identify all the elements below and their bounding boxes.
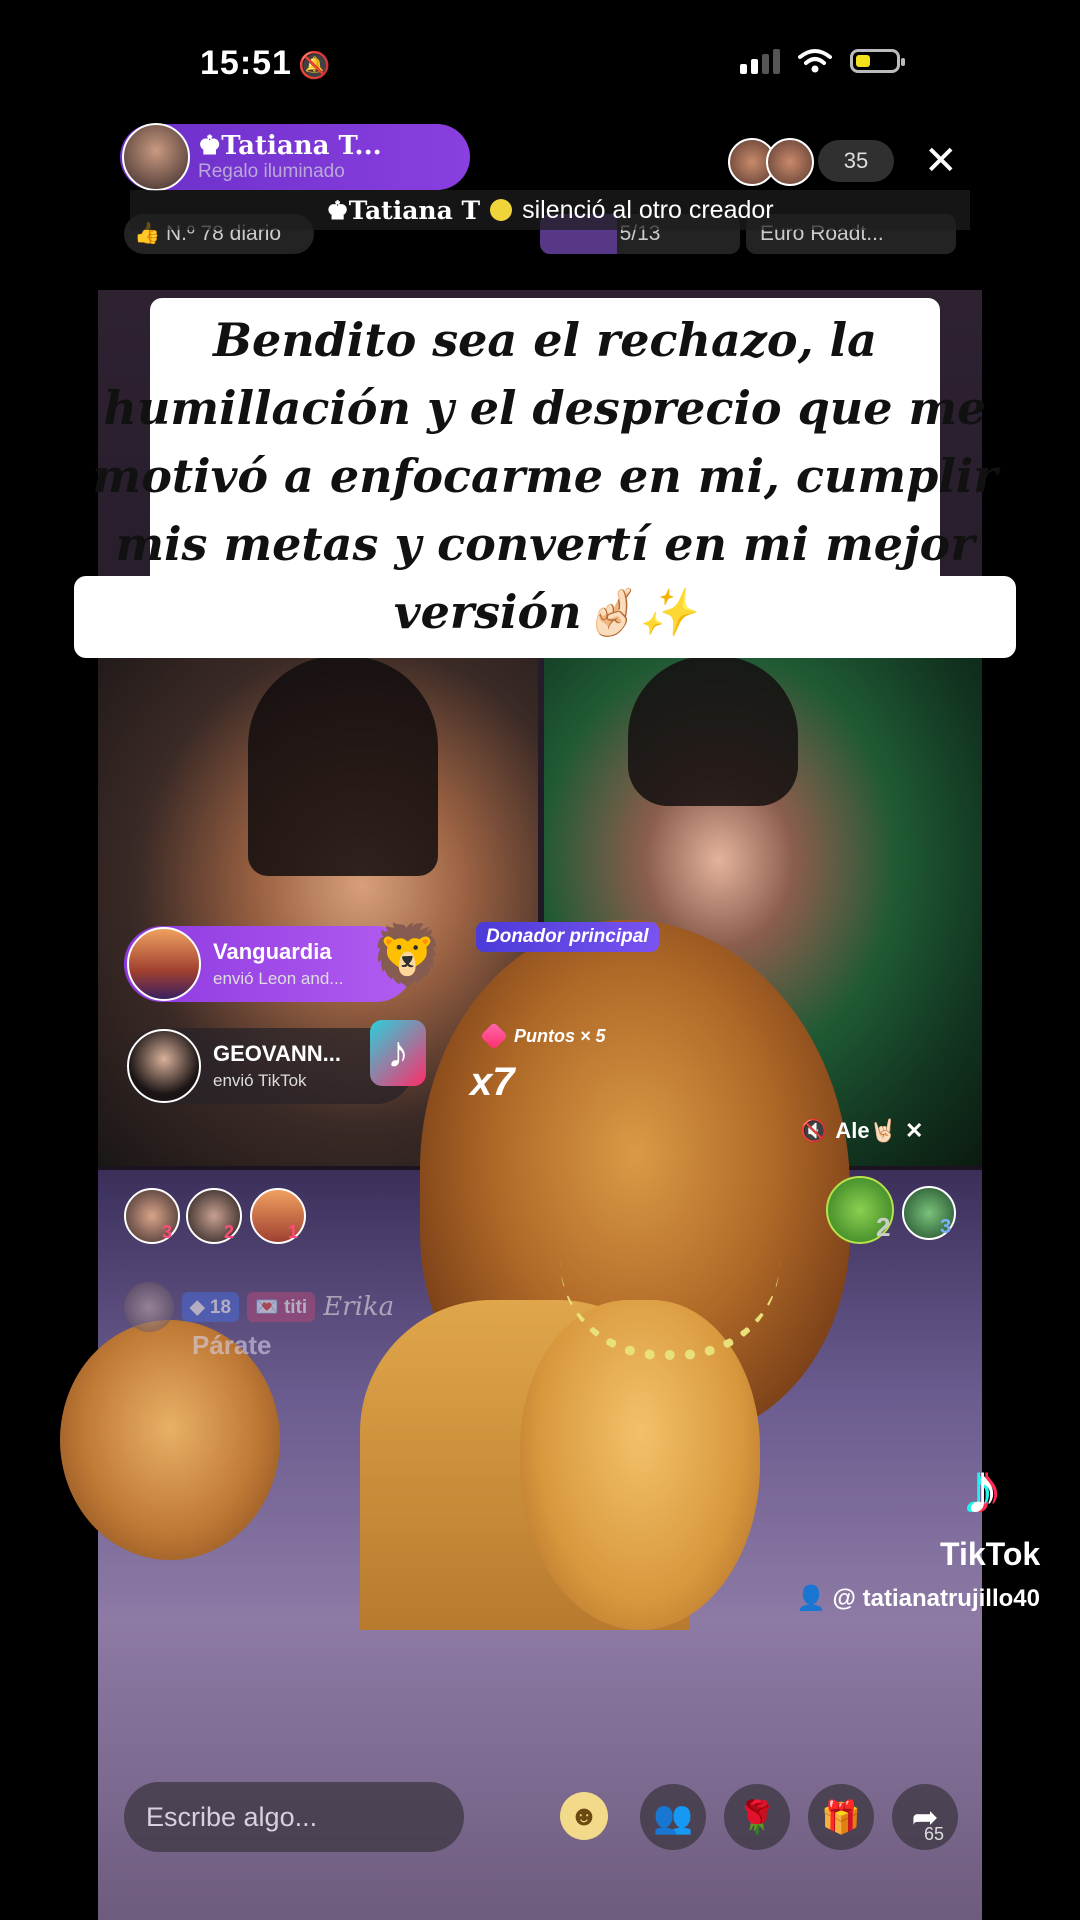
host-avatar[interactable] bbox=[122, 123, 190, 191]
gift-sender-name: GEOVANN... bbox=[213, 1041, 341, 1066]
battery-icon bbox=[850, 49, 905, 73]
gift-sender-name: Vanguardia bbox=[213, 939, 332, 964]
muted-notification: ♚Tatiana T silenció al otro creador bbox=[130, 190, 970, 230]
muted-message: silenció al otro creador bbox=[522, 195, 774, 224]
tiktok-gift-glyph: ♪ bbox=[387, 1028, 409, 1077]
rank-number: 1 bbox=[288, 1222, 299, 1242]
host-profile-pill[interactable]: ♚Tatiana T... Regalo iluminado bbox=[120, 123, 470, 191]
tiktok-brand: TikTok bbox=[940, 1536, 1041, 1572]
emoji-button[interactable]: ☻ bbox=[560, 1792, 608, 1840]
viewer-avatars[interactable] bbox=[728, 138, 814, 186]
creator-handle: 👤 @ tatianatrujillo40 bbox=[796, 1585, 1040, 1612]
right-camera-username: Ale🤘🏻 bbox=[835, 1118, 898, 1143]
status-icons bbox=[740, 48, 905, 74]
wifi-icon bbox=[798, 49, 832, 73]
gift-combo-count: x7 bbox=[470, 1060, 515, 1104]
comment-input[interactable]: Escribe algo... bbox=[124, 1782, 464, 1852]
right-camera-figure bbox=[628, 656, 798, 806]
speaker-muted-icon: 🔇 bbox=[800, 1118, 828, 1143]
rose-gift-button[interactable]: 🌹 bbox=[724, 1784, 790, 1850]
status-time-text: 15:51 bbox=[200, 44, 292, 82]
chat-message: ◆ 18 💌 titi Erika bbox=[124, 1282, 394, 1332]
bell-muted-icon: 🔕 bbox=[297, 50, 332, 80]
points-label: Puntos × 5 bbox=[514, 1025, 606, 1046]
right-camera-user[interactable]: 🔇 Ale🤘🏻 ✕ bbox=[800, 1118, 923, 1144]
top-donor-badge: Donador principal bbox=[476, 922, 659, 952]
viewer-avatar[interactable] bbox=[766, 138, 814, 186]
host-name: ♚Tatiana T... bbox=[198, 131, 382, 161]
tiktok-logo-icon: ♪ bbox=[964, 1449, 1000, 1529]
rank-number: 3 bbox=[162, 1222, 173, 1242]
moon-icon bbox=[490, 199, 513, 221]
signal-icon bbox=[740, 48, 780, 74]
viewer-count[interactable]: 35 bbox=[818, 140, 894, 182]
gift-description: envió Leon and... bbox=[213, 969, 344, 988]
gift-button[interactable]: 🎁 bbox=[808, 1784, 874, 1850]
gift-sender-avatar bbox=[127, 1029, 201, 1103]
points-indicator: Puntos × 5 bbox=[480, 1022, 606, 1050]
chat-username: Erika bbox=[323, 1292, 395, 1322]
chat-avatar bbox=[124, 1282, 174, 1332]
rank-number: 2 bbox=[224, 1222, 235, 1242]
lion-gift-icon: 🦁 bbox=[370, 922, 445, 989]
fan-club-badge: 💌 titi bbox=[247, 1292, 316, 1322]
gift-sender-avatar bbox=[127, 927, 201, 1001]
left-camera-figure bbox=[248, 656, 438, 876]
chat-message-text: Párate bbox=[192, 1330, 272, 1360]
close-button[interactable]: ✕ bbox=[924, 138, 958, 184]
close-cohost-button[interactable]: ✕ bbox=[905, 1118, 923, 1144]
video-caption: Bendito sea el rechazo, la humillación y… bbox=[92, 313, 998, 639]
gift-description: envió TikTok bbox=[213, 1071, 307, 1090]
tiktok-gift-icon: ♪ bbox=[370, 1020, 426, 1086]
host-subtitle: Regalo iluminado bbox=[198, 161, 345, 182]
muted-user-name: ♚Tatiana T bbox=[326, 195, 481, 225]
share-count: 65 bbox=[924, 1824, 945, 1844]
status-time: 15:51 🔕 bbox=[200, 44, 331, 83]
cohost-rank-number: 3 bbox=[940, 1216, 952, 1238]
gem-icon bbox=[480, 1022, 508, 1050]
level-badge: ◆ 18 bbox=[182, 1292, 240, 1322]
multi-guest-button[interactable]: 👥 bbox=[640, 1784, 706, 1850]
cohost-rank-number: 2 bbox=[876, 1212, 891, 1242]
